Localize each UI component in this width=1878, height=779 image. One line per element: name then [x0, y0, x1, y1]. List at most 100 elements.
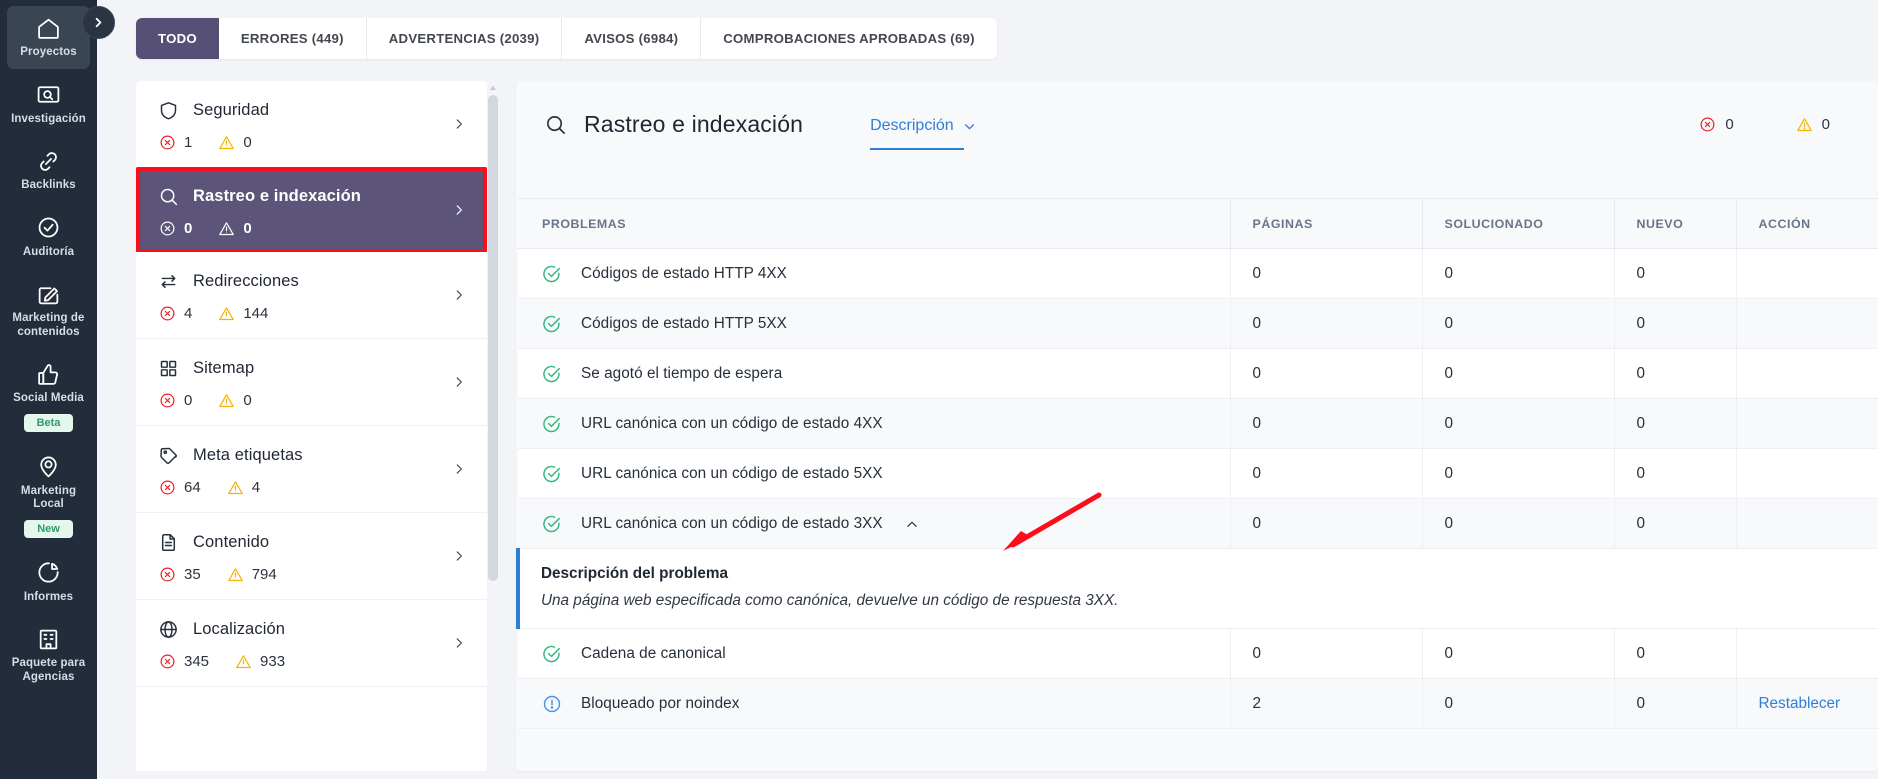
- rail-item-social-media[interactable]: Social Media Beta: [7, 352, 90, 441]
- category-warning-value: 4: [251, 479, 261, 496]
- category-item-seguridad[interactable]: Seguridad 1 0: [136, 81, 487, 168]
- category-scrollbar[interactable]: [487, 81, 499, 771]
- check-circle-icon: [543, 315, 561, 332]
- issue-label: URL canónica con un código de estado 5XX: [581, 464, 883, 482]
- issue-pages-cell: 0: [1229, 248, 1422, 299]
- issue-collapse-caret[interactable]: [905, 517, 919, 531]
- category-item-rastreo-e-indexación[interactable]: Rastreo e indexación 0 0: [136, 167, 487, 253]
- header-error-count: 0: [1699, 116, 1734, 133]
- reset-link[interactable]: Restablecer: [1759, 695, 1841, 712]
- issue-problem-cell: URL canónica con un código de estado 5XX: [518, 448, 1230, 499]
- category-item-localización[interactable]: Localización 345 933: [136, 600, 487, 687]
- category-expand-chevron[interactable]: [452, 636, 466, 650]
- category-expand-chevron[interactable]: [452, 288, 466, 302]
- shield-icon: [158, 100, 179, 121]
- issue-cell-inner: Cadena de canonical: [542, 644, 1230, 664]
- col-problems: PROBLEMAS: [518, 198, 1230, 249]
- category-expand-chevron[interactable]: [452, 117, 466, 131]
- issues-table: PROBLEMAS PÁGINAS SOLUCIONADO NUEVO ACCI…: [516, 198, 1878, 729]
- issue-row[interactable]: Se agotó el tiempo de espera 0 0 0: [518, 348, 1878, 399]
- error-circle-icon: [160, 393, 175, 408]
- issue-action-cell: [1735, 298, 1878, 349]
- issue-new-cell: 0: [1613, 398, 1736, 449]
- check-circle-icon: [543, 465, 561, 482]
- issue-row[interactable]: Cadena de canonical 0 0 0: [518, 628, 1878, 679]
- issue-cell-inner: Códigos de estado HTTP 4XX: [542, 264, 1230, 284]
- issue-cell-inner: URL canónica con un código de estado 5XX: [542, 464, 1230, 484]
- chevron-right-icon: [456, 205, 462, 215]
- issue-action-cell: [1735, 248, 1878, 299]
- rail-item-paquete-para-agencias[interactable]: Paquete para Agencias: [7, 617, 90, 693]
- check-circle-icon: [542, 264, 562, 284]
- issue-new-cell: 0: [1613, 498, 1736, 549]
- category-name: Redirecciones: [193, 272, 299, 290]
- rail-item-backlinks[interactable]: Backlinks: [7, 139, 90, 202]
- rail-item-informes[interactable]: Informes: [7, 551, 90, 614]
- warning-triangle-icon: [219, 136, 235, 150]
- category-error-value: 64: [184, 479, 201, 496]
- error-circle-icon: [1700, 117, 1715, 132]
- category-warning-stat: 933: [235, 653, 285, 670]
- category-stats: 0 0: [158, 392, 465, 409]
- rail-item-label: Marketing de contenidos: [12, 312, 85, 338]
- rail-item-badge: Beta: [23, 413, 74, 432]
- issue-action-cell: [1735, 628, 1878, 679]
- rail-item-marketing-local[interactable]: Marketing Local New: [7, 445, 90, 547]
- category-name: Meta etiquetas: [193, 446, 303, 464]
- check-circle-icon: [543, 265, 561, 282]
- tab-0[interactable]: TODO: [136, 18, 219, 59]
- rail-item-auditor-a[interactable]: Auditoría: [7, 206, 90, 269]
- category-error-stat: 35: [159, 566, 201, 583]
- issue-problem-cell: Se agotó el tiempo de espera: [518, 348, 1230, 399]
- chevron-right-icon: [95, 17, 102, 28]
- category-head: Seguridad: [158, 100, 465, 121]
- tab-4[interactable]: COMPROBACIONES APROBADAS (69): [701, 18, 996, 59]
- category-expand-chevron[interactable]: [452, 462, 466, 476]
- chevron-right-icon: [456, 551, 462, 561]
- error-circle-icon: [160, 480, 175, 495]
- description-dropdown[interactable]: Descripción: [870, 117, 976, 150]
- rail-item-investigaci-n[interactable]: Investigación: [7, 73, 90, 136]
- issue-row[interactable]: Bloqueado por noindex 2 0 0 Restablecer: [518, 678, 1878, 729]
- category-item-sitemap[interactable]: Sitemap 0 0: [136, 339, 487, 426]
- header-error-value: 0: [1725, 116, 1734, 133]
- scrollbar-thumb[interactable]: [488, 95, 498, 581]
- issue-label: Códigos de estado HTTP 4XX: [581, 264, 787, 282]
- filter-tabs-wrap: TODO ERRORES (449) ADVERTENCIAS (2039) A…: [97, 0, 1878, 59]
- category-warning-stat: 0: [218, 392, 252, 409]
- tab-1[interactable]: ERRORES (449): [219, 18, 367, 59]
- tab-2[interactable]: ADVERTENCIAS (2039): [367, 18, 563, 59]
- chevron-down-icon: [964, 123, 974, 129]
- check-circle-icon: [542, 514, 562, 534]
- issue-pages-cell: 0: [1229, 448, 1422, 499]
- category-expand-chevron[interactable]: [452, 203, 466, 217]
- issue-description-cell: Descripción del problema Una página web …: [516, 548, 1878, 629]
- issue-problem-cell: Bloqueado por noindex: [518, 678, 1230, 729]
- scroll-up-arrow[interactable]: [487, 81, 499, 94]
- category-expand-chevron[interactable]: [452, 549, 466, 563]
- category-name: Contenido: [193, 533, 270, 551]
- issue-description-row: Descripción del problema Una página web …: [516, 548, 1878, 629]
- tag-icon: [158, 445, 179, 466]
- issue-row[interactable]: Códigos de estado HTTP 5XX 0 0 0: [518, 298, 1878, 349]
- rail-item-proyectos[interactable]: Proyectos: [7, 6, 90, 69]
- issue-row[interactable]: URL canónica con un código de estado 3XX…: [518, 498, 1878, 549]
- tab-3[interactable]: AVISOS (6984): [562, 18, 702, 59]
- results-card: Rastreo e indexación Descripción 0 0 PRO…: [516, 81, 1878, 771]
- issue-row[interactable]: URL canónica con un código de estado 4XX…: [518, 398, 1878, 449]
- category-item-contenido[interactable]: Contenido 35 794: [136, 513, 487, 600]
- category-expand-chevron[interactable]: [452, 375, 466, 389]
- issue-row[interactable]: URL canónica con un código de estado 5XX…: [518, 448, 1878, 499]
- warning-triangle-icon: [1796, 118, 1812, 132]
- rail-item-marketing-de-contenidos[interactable]: Marketing de contenidos: [7, 272, 90, 348]
- issue-pages-cell: 0: [1229, 398, 1422, 449]
- issue-action-cell: [1735, 398, 1878, 449]
- map-pin-icon: [36, 454, 62, 480]
- issue-row[interactable]: Códigos de estado HTTP 4XX 0 0 0: [518, 248, 1878, 299]
- category-stats: 345 933: [158, 653, 465, 670]
- expand-sidebar-button[interactable]: [82, 6, 115, 39]
- category-item-redirecciones[interactable]: Redirecciones 4 144: [136, 252, 487, 339]
- search-icon: [158, 186, 179, 207]
- category-item-meta-etiquetas[interactable]: Meta etiquetas 64 4: [136, 426, 487, 513]
- chevron-right-icon: [456, 290, 462, 300]
